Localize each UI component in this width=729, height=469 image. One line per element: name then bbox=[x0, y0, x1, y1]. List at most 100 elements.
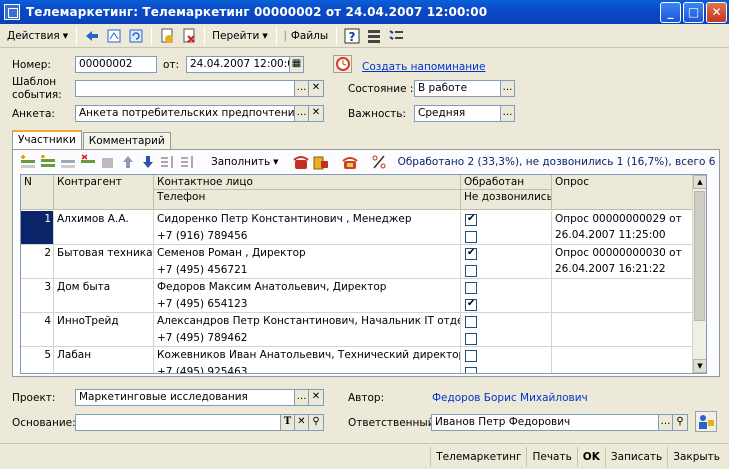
percent-icon[interactable] bbox=[370, 154, 388, 170]
list-view-icon[interactable] bbox=[365, 27, 383, 45]
phone-call-icon[interactable] bbox=[292, 154, 310, 170]
reminder-icon[interactable] bbox=[333, 55, 352, 73]
help-icon[interactable]: ? bbox=[343, 27, 361, 45]
survey-cell-line1[interactable]: Опрос 00000000029 от bbox=[552, 211, 694, 228]
row-number[interactable]: 2 bbox=[21, 245, 54, 279]
scroll-up-icon[interactable]: ▲ bbox=[693, 175, 706, 189]
actions-menu[interactable]: Действия ▼ bbox=[4, 26, 71, 46]
processed-checkbox[interactable] bbox=[465, 213, 477, 226]
contact-cell[interactable]: Федоров Максим Анатольевич, Директор bbox=[154, 279, 461, 296]
phone-cell[interactable]: +7 (495) 654123 bbox=[154, 296, 461, 313]
tab-comment[interactable]: Комментарий bbox=[82, 132, 171, 150]
header-contact[interactable]: Контактное лицо bbox=[154, 175, 461, 190]
survey-cell-line1[interactable] bbox=[552, 279, 694, 296]
delete-row-icon[interactable] bbox=[79, 154, 97, 170]
survey-cell-line2[interactable] bbox=[552, 329, 694, 346]
select-button[interactable]: … bbox=[659, 414, 673, 431]
user-info-icon[interactable] bbox=[695, 411, 717, 432]
phone-cell[interactable]: +7 (916) 789456 bbox=[154, 228, 461, 245]
structure-icon[interactable] bbox=[105, 27, 123, 45]
survey-cell-line1[interactable]: Опрос 00000000030 от bbox=[552, 245, 694, 262]
row-number[interactable]: 1 bbox=[21, 211, 54, 245]
add-row-icon[interactable] bbox=[19, 154, 37, 170]
move-down-icon[interactable] bbox=[139, 154, 157, 170]
phone-cell[interactable]: +7 (495) 925463 bbox=[154, 364, 461, 373]
contact-cell[interactable]: Александров Петр Константинович, Начальн… bbox=[154, 313, 461, 330]
sort-asc-icon[interactable] bbox=[159, 154, 177, 170]
ok-button[interactable]: OK bbox=[576, 446, 605, 467]
row-number[interactable]: 4 bbox=[21, 313, 54, 347]
goto-menu[interactable]: Перейти ▼ bbox=[209, 26, 271, 46]
survey-cell-line1[interactable] bbox=[552, 313, 694, 330]
scroll-thumb[interactable] bbox=[694, 191, 705, 321]
telemarketing-button[interactable]: Телемаркетинг bbox=[430, 446, 526, 467]
select-button[interactable]: … bbox=[295, 80, 309, 97]
contractor-cell[interactable]: Дом быта bbox=[54, 279, 154, 313]
vertical-scrollbar[interactable]: ▲ ▼ bbox=[692, 175, 706, 373]
not-reached-checkbox[interactable] bbox=[465, 231, 477, 243]
create-reminder-link[interactable]: Создать напоминание bbox=[362, 61, 485, 73]
refresh-icon[interactable] bbox=[127, 27, 145, 45]
number-field[interactable]: 00000002 bbox=[75, 56, 157, 73]
select-button[interactable]: … bbox=[295, 105, 309, 122]
survey-cell-line2[interactable] bbox=[552, 295, 694, 312]
contact-cell[interactable]: Сидоренко Петр Константинович , Менеджер bbox=[154, 211, 461, 228]
end-edit-icon[interactable] bbox=[99, 154, 117, 170]
header-survey[interactable]: Опрос bbox=[552, 175, 694, 210]
search-icon[interactable]: ⚲ bbox=[309, 414, 324, 431]
header-processed[interactable]: Обработан bbox=[461, 175, 552, 190]
print-button[interactable]: Печать bbox=[526, 446, 576, 467]
unpost-document-icon[interactable] bbox=[180, 27, 198, 45]
header-contractor[interactable]: Контрагент bbox=[54, 175, 154, 210]
clear-icon[interactable]: ✕ bbox=[295, 414, 309, 431]
clear-icon[interactable]: ✕ bbox=[309, 389, 324, 406]
maximize-button[interactable]: □ bbox=[683, 2, 704, 23]
sort-desc-icon[interactable] bbox=[179, 154, 197, 170]
copy-row-icon[interactable] bbox=[39, 154, 57, 170]
header-number[interactable]: N bbox=[21, 175, 54, 210]
fill-menu[interactable]: Заполнить ▼ bbox=[208, 152, 282, 172]
basis-field[interactable] bbox=[75, 414, 281, 431]
processed-checkbox[interactable] bbox=[465, 350, 477, 362]
processed-checkbox[interactable] bbox=[465, 247, 477, 260]
scroll-down-icon[interactable]: ▼ bbox=[693, 359, 706, 373]
close-button[interactable]: ✕ bbox=[706, 2, 727, 23]
select-button[interactable]: … bbox=[501, 80, 515, 97]
contractor-cell[interactable]: Лабан bbox=[54, 347, 154, 373]
responsible-field[interactable]: Иванов Петр Федорович bbox=[431, 414, 659, 431]
row-number[interactable]: 3 bbox=[21, 279, 54, 313]
tree-view-icon[interactable] bbox=[387, 27, 405, 45]
date-field[interactable]: 24.04.2007 12:00:00 bbox=[186, 56, 290, 73]
contractor-cell[interactable]: Бытовая техника bbox=[54, 245, 154, 279]
phone-cell[interactable]: +7 (495) 789462 bbox=[154, 330, 461, 347]
app-icon[interactable] bbox=[4, 4, 20, 20]
survey-field[interactable]: Анкета потребительских предпочтений IT bbox=[75, 105, 295, 122]
contact-cell[interactable]: Кожевников Иван Анатольевич, Технический… bbox=[154, 347, 461, 364]
phone-cell[interactable]: +7 (495) 456721 bbox=[154, 262, 461, 279]
not-reached-checkbox[interactable] bbox=[465, 265, 477, 277]
template-field[interactable] bbox=[75, 80, 295, 97]
contact-cell[interactable]: Семенов Роман , Директор bbox=[154, 245, 461, 262]
type-select-icon[interactable]: T bbox=[281, 414, 295, 431]
contractor-cell[interactable]: Алхимов А.А. bbox=[54, 211, 154, 245]
close-form-button[interactable]: Закрыть bbox=[667, 446, 725, 467]
search-icon[interactable]: ⚲ bbox=[673, 414, 688, 431]
survey-cell-line1[interactable] bbox=[552, 347, 694, 364]
clear-icon[interactable]: ✕ bbox=[309, 105, 324, 122]
processed-checkbox[interactable] bbox=[465, 282, 477, 294]
select-button[interactable]: … bbox=[501, 105, 515, 122]
phone-icon[interactable] bbox=[341, 154, 359, 170]
save-button[interactable]: Записать bbox=[604, 446, 667, 467]
edit-row-icon[interactable] bbox=[59, 154, 77, 170]
survey-cell-line2[interactable]: 26.04.2007 11:25:00 bbox=[552, 227, 694, 244]
move-up-icon[interactable] bbox=[119, 154, 137, 170]
minimize-button[interactable]: _ bbox=[660, 2, 681, 23]
calendar-icon[interactable]: ▦ bbox=[290, 56, 304, 73]
not-reached-checkbox[interactable] bbox=[465, 298, 477, 311]
not-reached-checkbox[interactable] bbox=[465, 367, 477, 373]
survey-call-icon[interactable] bbox=[312, 154, 330, 170]
contractor-cell[interactable]: ИнноТрейд bbox=[54, 313, 154, 347]
state-field[interactable]: В работе bbox=[414, 80, 501, 97]
row-number[interactable]: 5 bbox=[21, 347, 54, 373]
tab-participants[interactable]: Участники bbox=[12, 130, 82, 150]
